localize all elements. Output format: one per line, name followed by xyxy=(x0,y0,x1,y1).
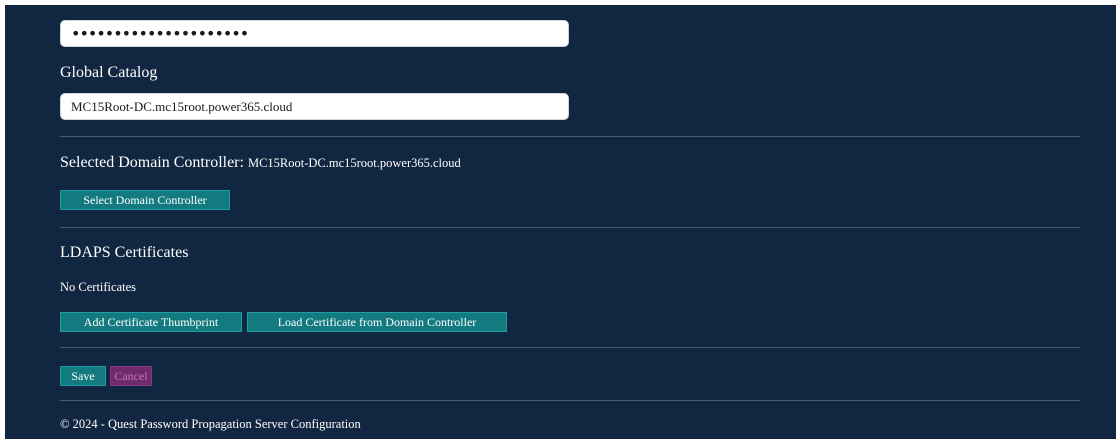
certificates-status: No Certificates xyxy=(60,280,137,294)
divider xyxy=(60,400,1080,401)
global-catalog-label: Global Catalog xyxy=(60,64,158,81)
divider xyxy=(60,227,1080,228)
divider xyxy=(60,136,1080,137)
selected-domain-controller: Selected Domain Controller: MC15Root-DC.… xyxy=(60,154,461,172)
selected-dc-label: Selected Domain Controller: xyxy=(60,154,244,171)
divider xyxy=(60,347,1080,348)
cancel-button[interactable]: Cancel xyxy=(110,366,152,386)
global-catalog-input[interactable]: MC15Root-DC.mc15root.power365.cloud xyxy=(60,93,569,120)
select-domain-controller-button[interactable]: Select Domain Controller xyxy=(60,190,230,210)
ldaps-certificates-title: LDAPS Certificates xyxy=(60,244,189,261)
configuration-panel: ••••••••••••••••••••• Global Catalog MC1… xyxy=(5,5,1116,439)
selected-dc-value: MC15Root-DC.mc15root.power365.cloud xyxy=(247,156,461,170)
add-certificate-thumbprint-button[interactable]: Add Certificate Thumbprint xyxy=(60,312,242,332)
password-field[interactable]: ••••••••••••••••••••• xyxy=(60,20,569,47)
footer-copyright: © 2024 - Quest Password Propagation Serv… xyxy=(60,417,361,431)
save-button[interactable]: Save xyxy=(60,366,106,386)
load-certificate-button[interactable]: Load Certificate from Domain Controller xyxy=(247,312,507,332)
